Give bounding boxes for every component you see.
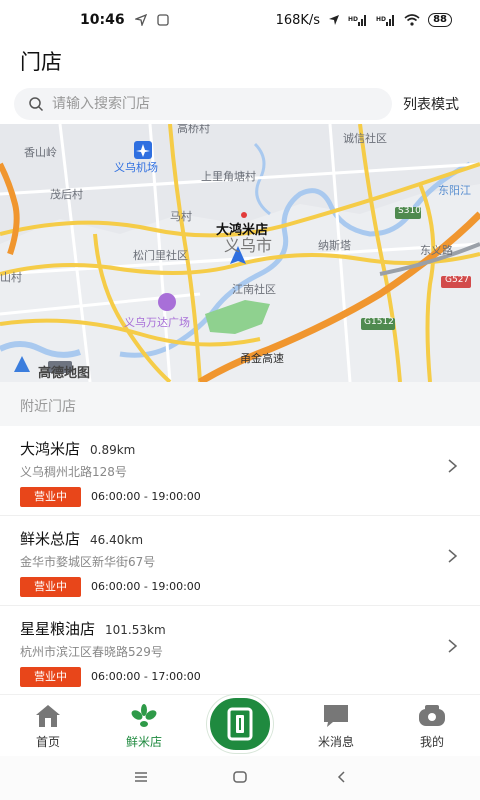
store-address: 杭州市滨江区春晓路529号 (20, 645, 163, 659)
scan-icon (227, 707, 253, 741)
page-title: 门店 (20, 50, 62, 74)
store-item[interactable]: 星星粮油店 101.53km 杭州市滨江区春晓路529号 营业中 06:00:0… (0, 606, 480, 696)
store-address: 义乌稠州北路128号 (20, 465, 127, 479)
app-notification-icon (156, 14, 169, 26)
status-bar: 10:46 168K/s HD HD 88 (0, 0, 480, 40)
store-distance: 0.89km (90, 443, 136, 457)
chevron-right-icon (448, 639, 458, 653)
status-badge: 营业中 (20, 577, 81, 597)
map-label-jiangnan: 江南社区 (232, 283, 276, 296)
store-hours: 06:00:00 - 17:00:00 (91, 670, 201, 683)
home-icon (36, 705, 60, 727)
map-provider-logo: 高德地图 (38, 366, 91, 381)
search-box[interactable] (14, 88, 392, 120)
chevron-right-icon (448, 549, 458, 563)
map-label-airport: 义乌机场 (114, 161, 158, 174)
tab-rice-store[interactable]: 鲜米店 (96, 695, 192, 756)
map-label-yongjin: 甬金高速 (240, 352, 284, 365)
map-label-wanda: 义乌万达广场 (124, 316, 190, 329)
nearby-header: 附近门店 (0, 382, 480, 426)
status-left-icons (134, 14, 169, 26)
store-item[interactable]: 大鸿米店 0.89km 义乌稠州北路128号 营业中 06:00:00 - 19… (0, 426, 480, 516)
tab-label: 鲜米店 (125, 735, 162, 749)
map-label-songmen: 松门里社区 (133, 249, 188, 262)
map-label-chengxin: 诚信社区 (343, 132, 387, 145)
map-label-city: 义乌市 (224, 236, 273, 255)
store-address: 金华市婺城区新华街67号 (20, 555, 156, 569)
map-label-dongyangjiang: 东阳江 (438, 184, 471, 197)
tab-label: 首页 (35, 735, 60, 749)
home-nav-icon[interactable] (231, 768, 249, 786)
battery-indicator: 88 (428, 13, 452, 27)
tab-messages[interactable]: 米消息 (288, 695, 384, 756)
store-item[interactable]: 鲜米总店 46.40km 金华市婺城区新华街67号 营业中 06:00:00 -… (0, 516, 480, 606)
signal-icon: HD (348, 15, 367, 26)
location-icon (329, 15, 340, 25)
network-speed: 168K/s (275, 12, 321, 28)
profile-icon (419, 705, 445, 726)
map-label-xiangshanling: 香山岭 (24, 146, 57, 159)
svg-text:HD: HD (348, 16, 358, 23)
store-distance: 46.40km (90, 533, 144, 547)
map-shield-g1512: G1512 (364, 317, 394, 327)
store-name-row: 星星粮油店 101.53km (20, 618, 166, 639)
message-icon (324, 705, 348, 727)
store-hours: 06:00:00 - 19:00:00 (91, 490, 201, 503)
status-time: 10:46 (80, 12, 125, 28)
svg-text:HD: HD (376, 16, 386, 23)
map-label-macun: 马村 (170, 210, 192, 223)
map-label-dongyi: 东义路 (420, 244, 453, 257)
store-name-row: 鲜米总店 46.40km (20, 528, 143, 549)
map-shield-g527: G527 (445, 275, 470, 285)
wifi-icon (404, 14, 420, 26)
store-distance: 101.53km (105, 623, 166, 637)
map-label-shangliangjiao: 上里角塘村 (201, 170, 256, 183)
location-arrow-icon (134, 14, 147, 26)
scan-button[interactable] (207, 695, 273, 753)
menu-icon[interactable] (132, 768, 150, 786)
store-name: 鲜米总店 (20, 530, 81, 548)
system-nav-bar (0, 756, 480, 800)
status-badge: 营业中 (20, 667, 81, 687)
leaf-icon (131, 704, 157, 727)
tab-label: 我的 (419, 735, 444, 749)
tab-profile[interactable]: 我的 (384, 695, 480, 756)
tab-home[interactable]: 首页 (0, 695, 96, 756)
search-icon (29, 97, 44, 112)
map-view[interactable]: 香山岭 高桥村 诚信社区 义乌机场 上里角塘村 东阳江 茂后村 马村 大鸿米店 … (0, 124, 480, 382)
map-label-gaoqiaocun: 高桥村 (177, 124, 210, 135)
signal-icon-2: HD (376, 15, 395, 26)
search-row: 列表模式 (14, 88, 474, 120)
chevron-right-icon (448, 459, 458, 473)
map-shield-s310: S310 (398, 206, 421, 216)
store-name: 星星粮油店 (20, 620, 96, 638)
map-label-shancun: 山村 (0, 271, 22, 284)
tab-label: 米消息 (317, 735, 354, 749)
store-hours: 06:00:00 - 19:00:00 (91, 580, 201, 593)
store-pin-dot (241, 212, 247, 218)
search-input[interactable] (52, 96, 372, 112)
list-mode-button[interactable]: 列表模式 (403, 94, 459, 114)
status-right: 168K/s HD HD 88 (276, 13, 452, 28)
map-label-nasite: 纳斯塔 (318, 239, 351, 252)
status-badge: 营业中 (20, 487, 81, 507)
store-name: 大鸿米店 (20, 440, 81, 458)
back-icon[interactable] (333, 768, 351, 786)
store-name-row: 大鸿米店 0.89km (20, 438, 135, 459)
map-label-maohou: 茂后村 (50, 188, 83, 201)
